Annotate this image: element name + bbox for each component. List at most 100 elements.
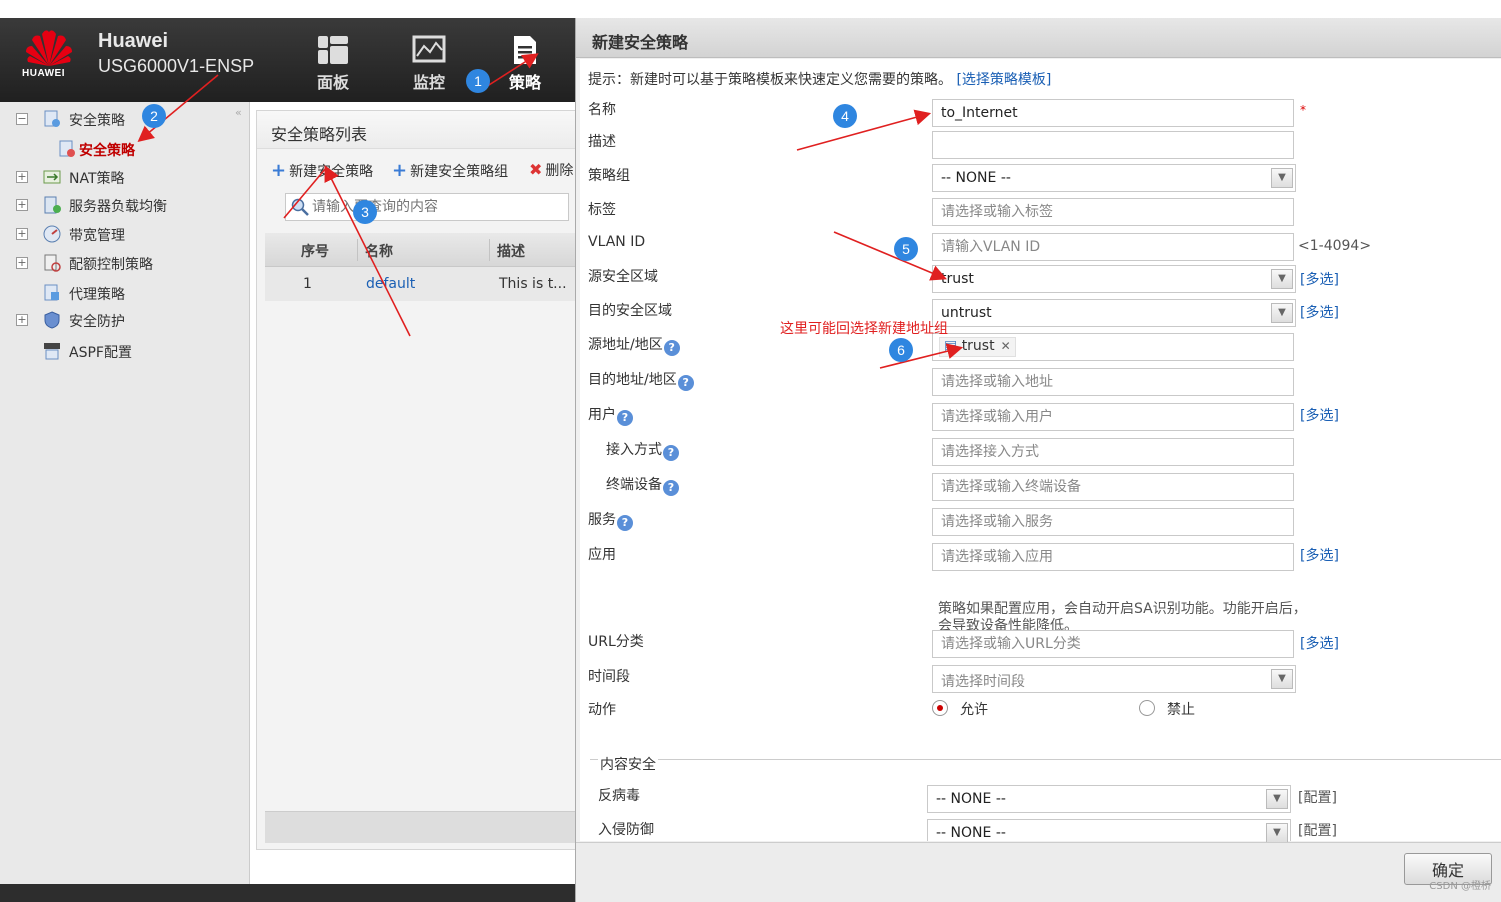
annotation-badge: 3	[353, 200, 377, 224]
new-policy-button[interactable]: + 新建安全策略	[271, 160, 373, 181]
delete-button[interactable]: ✖ 删除	[529, 160, 573, 180]
chevron-down-icon[interactable]: ▼	[1271, 269, 1293, 289]
annotation-badge: 1	[466, 69, 490, 93]
chevron-down-icon[interactable]: ▼	[1271, 303, 1293, 323]
user-input[interactable]	[932, 403, 1294, 431]
table-row[interactable]: 1 default This is t...	[265, 267, 579, 301]
antivirus-select[interactable]: -- NONE -- ▼	[927, 785, 1291, 813]
new-policy-dialog: 新建安全策略 提示：新建时可以基于策略模板来快速定义您需要的策略。 [选择策略模…	[575, 18, 1501, 902]
sidebar-item-nat-policy[interactable]: + NAT策略	[0, 165, 248, 189]
nav-policy-button[interactable]: 策略	[500, 34, 550, 100]
column-header-name[interactable]: 名称	[365, 241, 393, 261]
chevron-down-icon[interactable]: ▼	[1271, 669, 1293, 689]
action-allow-radio[interactable]	[932, 700, 948, 716]
delete-label: 删除	[545, 163, 574, 179]
policy-group-select[interactable]: -- NONE -- ▼	[932, 164, 1296, 192]
add-icon: +	[271, 160, 287, 181]
access-input[interactable]	[932, 438, 1294, 466]
time-select[interactable]: 请选择时间段 ▼	[932, 665, 1296, 693]
help-icon[interactable]: ?	[617, 410, 633, 426]
column-header-desc[interactable]: 描述	[497, 241, 525, 261]
sidebar-item-proxy-policy[interactable]: 代理策略	[0, 281, 248, 305]
src-zone-select[interactable]: trust ▼	[932, 265, 1296, 293]
action-deny-radio[interactable]	[1139, 700, 1155, 716]
table-footer	[265, 811, 579, 843]
expand-icon[interactable]: +	[16, 171, 28, 183]
chevron-down-icon[interactable]: ▼	[1266, 789, 1288, 809]
sidebar-item-server-load-balance[interactable]: + 服务器负载均衡	[0, 193, 248, 217]
new-policy-group-button[interactable]: + 新建安全策略组	[392, 160, 508, 181]
terminal-input[interactable]	[932, 473, 1294, 501]
sidebar-item-label: 安全策略	[69, 113, 125, 129]
help-icon[interactable]: ?	[663, 340, 680, 356]
content-security-legend: 内容安全	[598, 754, 658, 774]
expand-icon[interactable]: +	[16, 314, 28, 326]
collapse-icon[interactable]: −	[16, 113, 28, 125]
sidebar-item-quota-control[interactable]: + 配额控制策略	[0, 251, 248, 275]
nav-dashboard-button[interactable]: 面板	[308, 34, 358, 100]
service-input[interactable]	[932, 508, 1294, 536]
name-input[interactable]	[932, 99, 1294, 127]
nav-monitor-button[interactable]: 监控	[404, 34, 454, 100]
ips-value: -- NONE --	[936, 825, 1006, 841]
src-addr-input[interactable]: ▤ trust ✕	[932, 333, 1294, 361]
url-multi-select-link[interactable]: [多选]	[1300, 633, 1339, 653]
desc-input[interactable]	[932, 131, 1294, 159]
hint-text: 提示：新建时可以基于策略模板来快速定义您需要的策略。 [选择策略模板]	[588, 69, 1051, 89]
user-multi-select-link[interactable]: [多选]	[1300, 405, 1339, 425]
app-input[interactable]	[932, 543, 1294, 571]
row-name-link[interactable]: default	[366, 276, 415, 292]
sidebar-item-label: NAT策略	[69, 171, 125, 187]
tag-input[interactable]	[932, 198, 1294, 226]
help-icon[interactable]: ?	[663, 445, 679, 461]
expand-icon[interactable]: +	[16, 228, 28, 240]
group-value: -- NONE --	[941, 170, 1011, 186]
expand-icon[interactable]: +	[16, 199, 28, 211]
terminal-label: 终端设备?	[606, 474, 679, 496]
dst-zone-multi-select-link[interactable]: [多选]	[1300, 302, 1339, 322]
antivirus-configure-link[interactable]: [配置]	[1298, 787, 1337, 807]
sidebar-item-security-protection[interactable]: + 安全防护	[0, 308, 248, 332]
ips-select[interactable]: -- NONE -- ▼	[927, 819, 1291, 843]
ips-configure-link[interactable]: [配置]	[1298, 820, 1337, 840]
help-icon[interactable]: ?	[617, 515, 633, 531]
panel-title: 安全策略列表	[271, 125, 368, 144]
access-label: 接入方式?	[606, 439, 679, 461]
sidebar-item-label: 带宽管理	[69, 228, 125, 244]
sidebar-item-label: 代理策略	[69, 287, 125, 303]
search-input[interactable]	[312, 196, 562, 218]
annotation-badge: 5	[894, 237, 918, 261]
sidebar-item-security-policy[interactable]: 安全策略	[0, 137, 248, 161]
action-allow-label: 允许	[960, 702, 988, 718]
dst-zone-select[interactable]: untrust ▼	[932, 299, 1296, 327]
dialog-title-bar[interactable]: 新建安全策略	[576, 18, 1501, 58]
src-zone-value: trust	[941, 271, 974, 287]
remove-tag-icon[interactable]: ✕	[1001, 339, 1011, 353]
src-zone-label: 源安全区域	[588, 269, 658, 285]
dialog-title: 新建安全策略	[592, 33, 689, 52]
column-header-index[interactable]: 序号	[301, 241, 329, 261]
annotation-badge: 4	[833, 104, 857, 128]
select-template-link[interactable]: [选择策略模板]	[956, 72, 1051, 88]
row-desc: This is t...	[499, 276, 567, 292]
sidebar-item-security-policy-group[interactable]: − 安全策略	[0, 107, 248, 131]
sidebar-item-label: ASPF配置	[69, 345, 132, 361]
address-icon: ▤	[944, 338, 958, 354]
chevron-down-icon[interactable]: ▼	[1266, 823, 1288, 843]
help-icon[interactable]: ?	[677, 375, 694, 391]
dst-addr-input[interactable]	[932, 368, 1294, 396]
url-input[interactable]	[932, 630, 1294, 658]
nav-dashboard-label: 面板	[316, 73, 349, 92]
src-zone-multi-select-link[interactable]: [多选]	[1300, 269, 1339, 289]
expand-icon[interactable]: +	[16, 257, 28, 269]
sidebar-item-aspf[interactable]: ASPF配置	[0, 339, 248, 363]
app-multi-select-link[interactable]: [多选]	[1300, 545, 1339, 565]
sidebar-item-bandwidth[interactable]: + 带宽管理	[0, 222, 248, 246]
chevron-down-icon[interactable]: ▼	[1271, 168, 1293, 188]
nav-monitor-label: 监控	[412, 73, 445, 92]
vlan-label: VLAN ID	[588, 234, 646, 250]
help-icon[interactable]: ?	[663, 480, 679, 496]
url-label: URL分类	[588, 634, 644, 650]
vlan-input[interactable]	[932, 233, 1294, 261]
proxy-icon	[44, 284, 59, 301]
